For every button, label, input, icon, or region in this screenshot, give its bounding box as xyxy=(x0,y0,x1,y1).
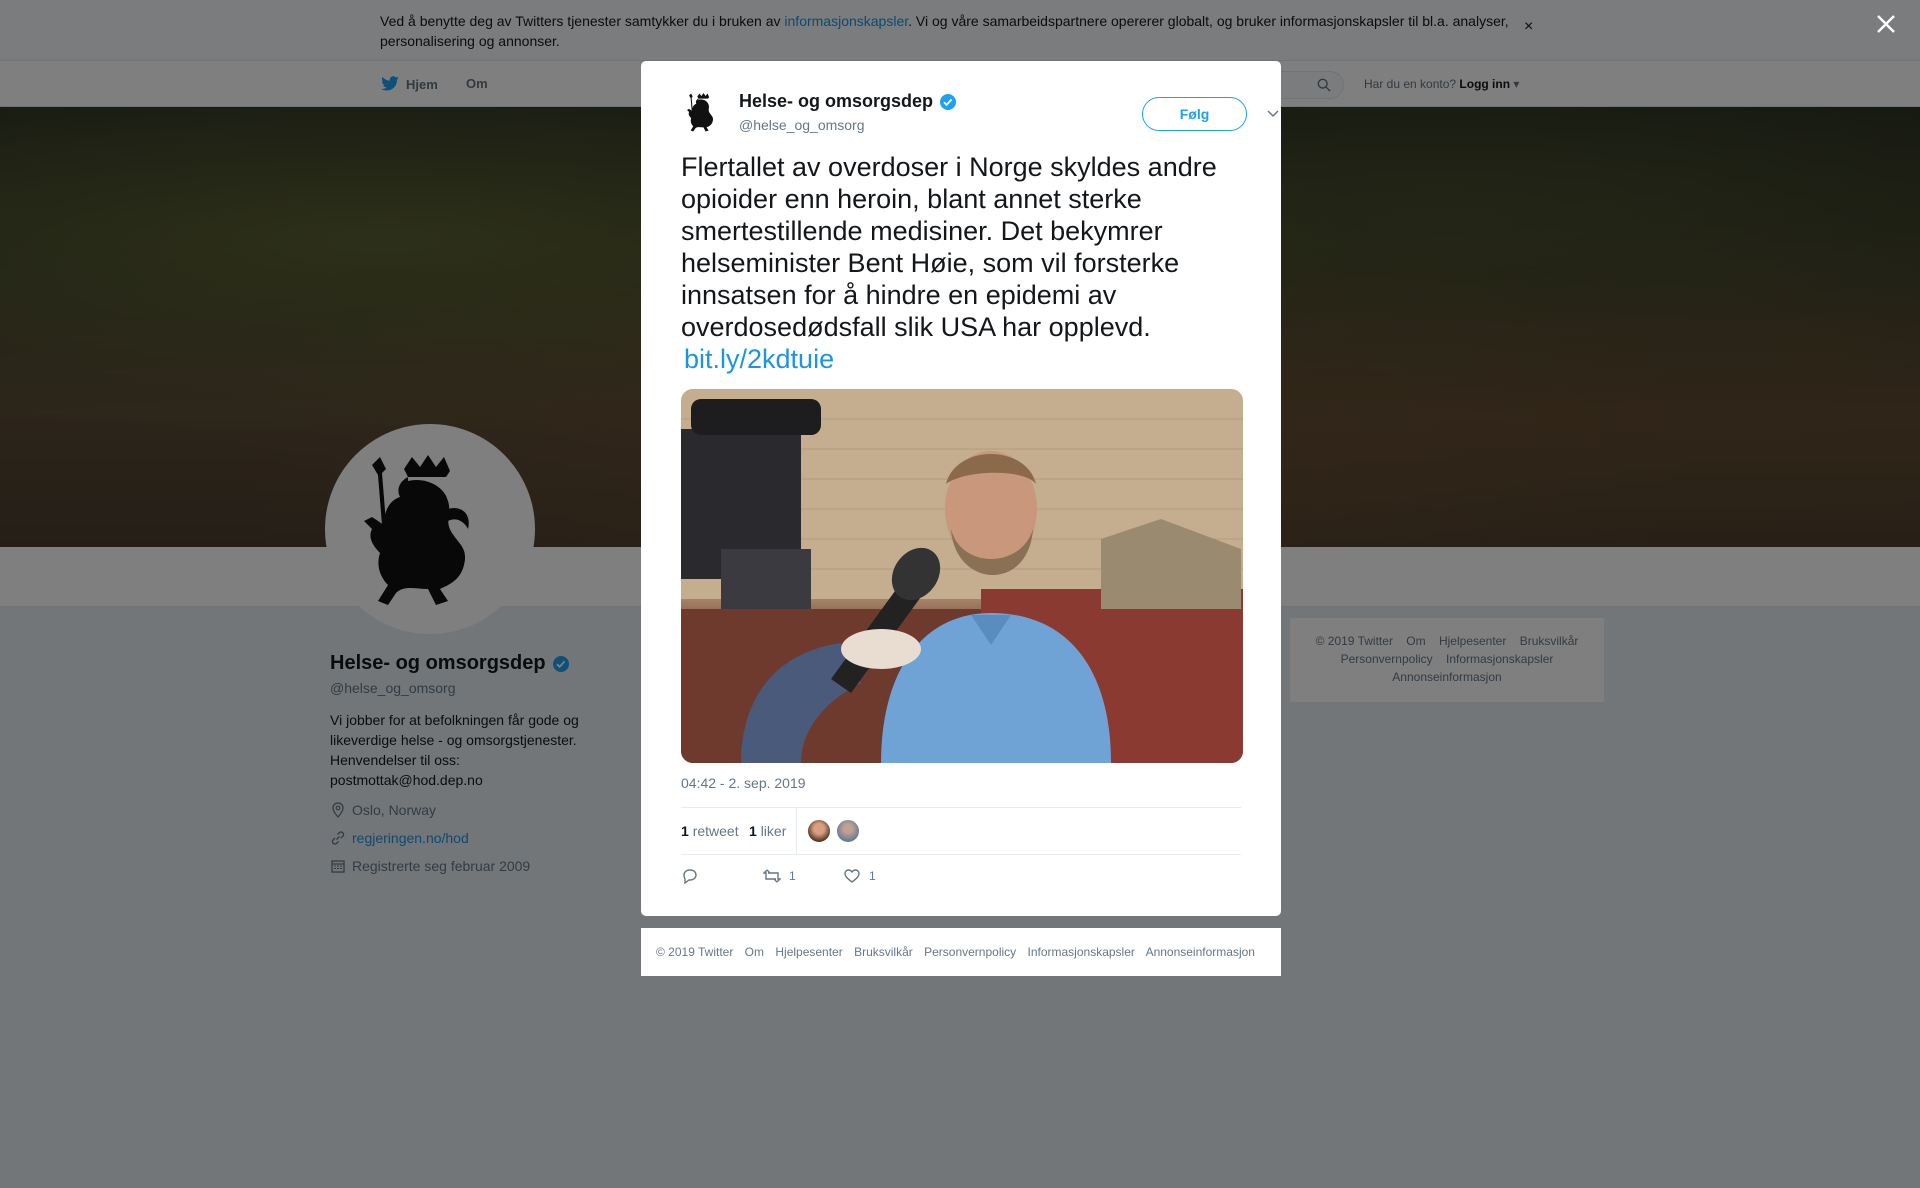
footer-help[interactable]: Hjelpesenter xyxy=(775,945,842,959)
press-interview-photo xyxy=(681,389,1243,763)
tweet-link[interactable]: bit.ly/2kdtuie xyxy=(684,343,1241,375)
tweet-author-name-text: Helse- og omsorgsdep xyxy=(739,91,934,111)
footer-about[interactable]: Om xyxy=(745,945,764,959)
lion-coat-of-arms-icon xyxy=(687,92,714,132)
retweet-action-count: 1 xyxy=(789,869,796,883)
like-count[interactable]: 1 liker xyxy=(749,823,786,839)
footer-terms[interactable]: Bruksvilkår xyxy=(854,945,913,959)
follow-button[interactable]: Følg xyxy=(1142,97,1247,131)
tweet-text: Flertallet av overdoser i Norge skyldes … xyxy=(681,151,1241,375)
footer-privacy[interactable]: Personvernpolicy xyxy=(924,945,1016,959)
close-icon[interactable] xyxy=(1874,12,1898,36)
liker-avatar[interactable] xyxy=(806,818,832,844)
chevron-down-icon[interactable] xyxy=(1265,105,1281,121)
like-icon xyxy=(844,869,860,883)
tweet-header: Helse- og omsorgsdep @helse_og_omsorg Fø… xyxy=(681,89,1279,139)
footer-copyright: © 2019 Twitter xyxy=(656,945,734,959)
like-action-count: 1 xyxy=(869,869,876,883)
tweet-media-image[interactable] xyxy=(681,389,1243,763)
footer-cookies[interactable]: Informasjonskapsler xyxy=(1028,945,1135,959)
retweet-button[interactable]: 1 xyxy=(763,867,796,885)
reply-icon xyxy=(683,869,697,885)
tweet-actions: 1 1 xyxy=(681,867,1241,897)
retweet-count-label: retweet xyxy=(692,823,739,839)
retweet-icon xyxy=(763,869,781,883)
footer-ads[interactable]: Annonseinformasjon xyxy=(1146,945,1255,959)
modal-footer: © 2019 Twitter Om Hjelpesenter Bruksvilk… xyxy=(641,928,1281,976)
retweet-count-number: 1 xyxy=(681,823,689,839)
like-count-label: liker xyxy=(760,823,787,839)
tweet-text-body: Flertallet av overdoser i Norge skyldes … xyxy=(681,152,1217,342)
tweet-avatar[interactable] xyxy=(681,89,727,135)
verified-icon xyxy=(940,93,957,110)
tweet-author-handle[interactable]: @helse_og_omsorg xyxy=(739,117,865,133)
liker-avatar[interactable] xyxy=(835,818,861,844)
reply-button[interactable] xyxy=(681,867,699,885)
tweet-timestamp[interactable]: 04:42 - 2. sep. 2019 xyxy=(681,775,806,791)
like-count-number: 1 xyxy=(749,823,757,839)
like-button[interactable]: 1 xyxy=(843,867,876,885)
tweet-author-name[interactable]: Helse- og omsorgsdep xyxy=(739,91,957,112)
stats-divider xyxy=(796,808,797,854)
tweet-modal: Helse- og omsorgsdep @helse_og_omsorg Fø… xyxy=(641,61,1281,916)
tweet-stats: 1 retweet 1 liker xyxy=(681,807,1241,855)
retweet-count[interactable]: 1 retweet xyxy=(681,823,739,839)
